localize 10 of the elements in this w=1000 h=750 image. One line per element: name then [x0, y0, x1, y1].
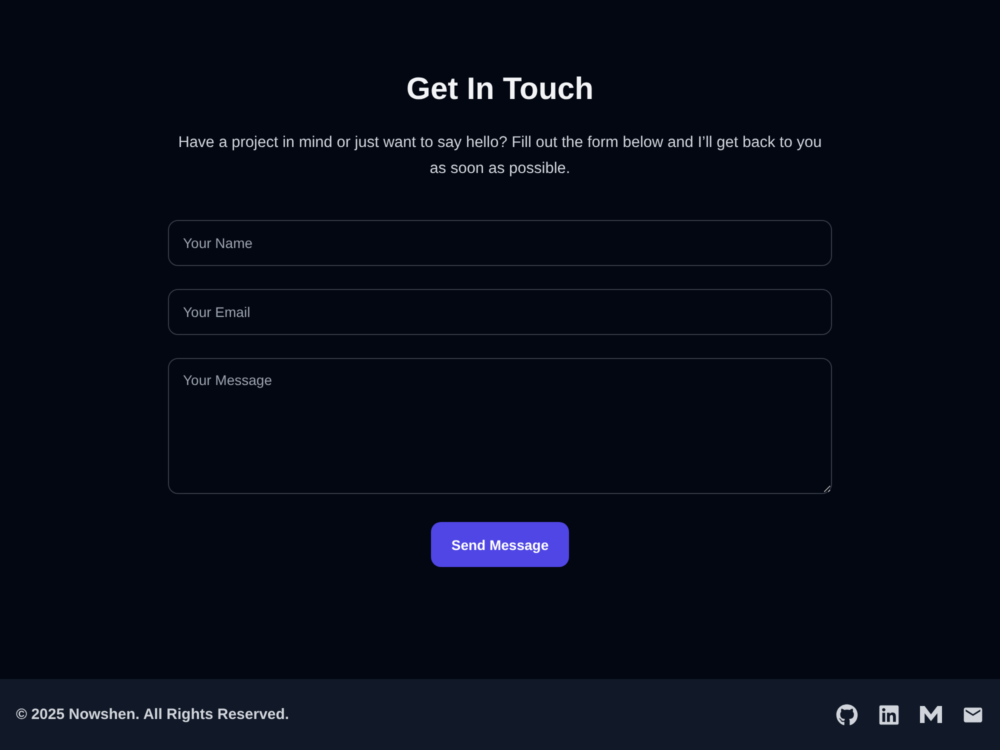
- input-field[interactable]: Your Name: [168, 220, 832, 266]
- copyright-text: © 2025 Nowshen. All Rights Reserved.: [16, 706, 290, 723]
- linkedin-icon[interactable]: [878, 704, 900, 726]
- message-field[interactable]: Your Message: [168, 358, 832, 494]
- github-icon[interactable]: [836, 704, 858, 726]
- intro-text: Have a project in mind or just want to say hello? Fill out the form below and I’ll get back to you as soon as possible.: [177, 133, 823, 179]
- m-letter-icon[interactable]: [920, 706, 942, 724]
- page-heading: Get In Touch: [406, 70, 594, 108]
- input-field[interactable]: Your Email: [168, 289, 832, 335]
- send-button[interactable]: Send Message: [431, 522, 569, 567]
